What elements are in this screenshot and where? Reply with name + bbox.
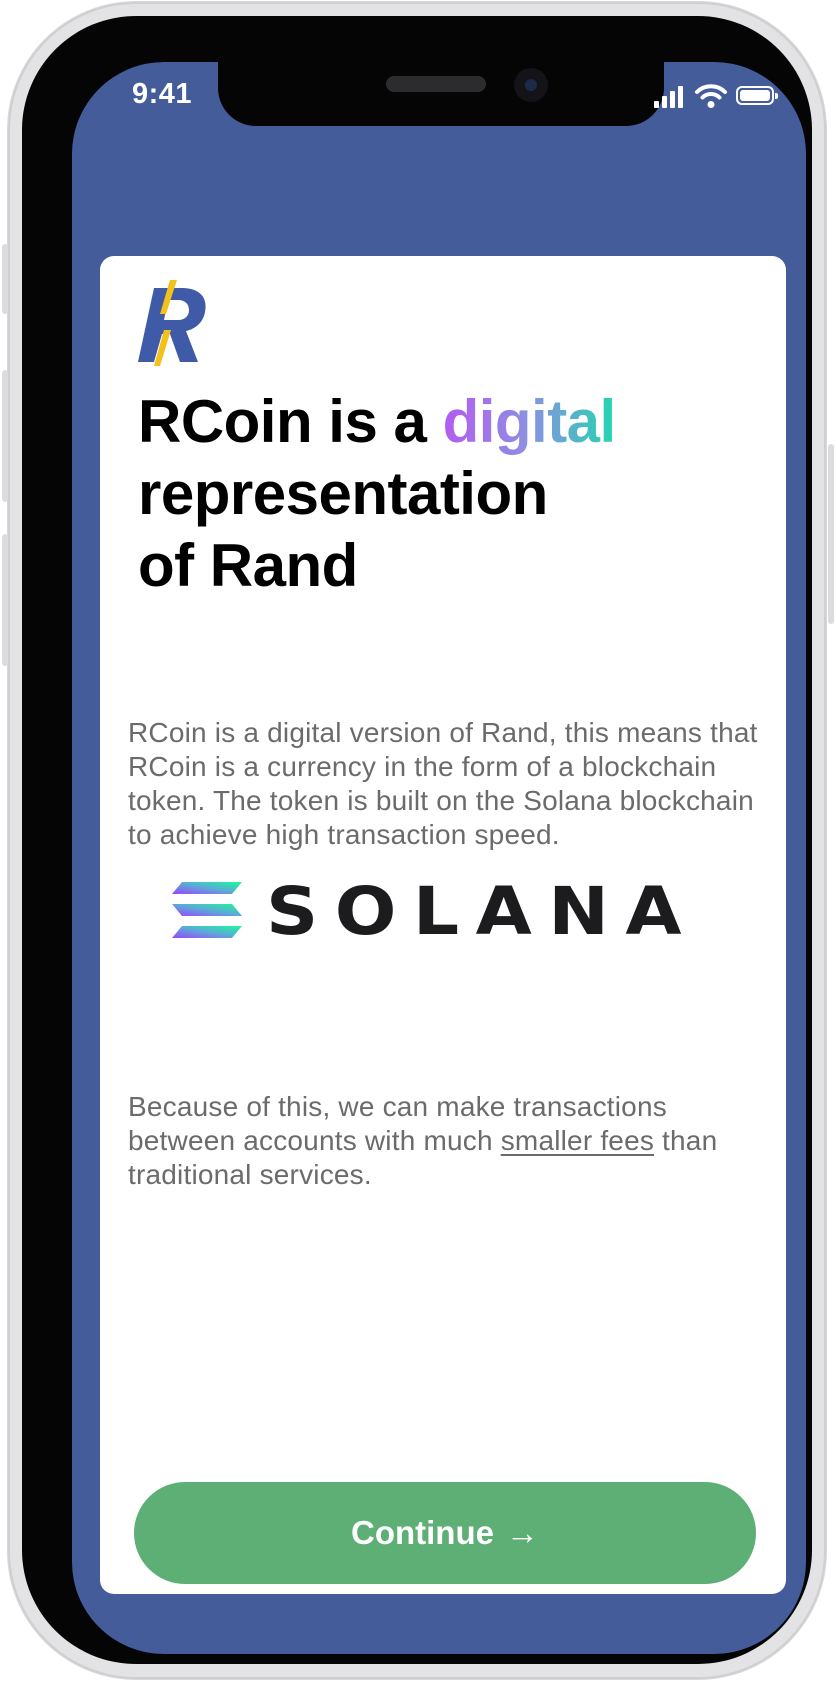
solana-wordmark: SOLANA: [266, 873, 698, 948]
title-line-2: representation: [138, 460, 548, 527]
rcoin-logo-icon: [138, 280, 206, 366]
volume-up-button: [2, 370, 8, 502]
title-accent-word: digital: [442, 388, 617, 455]
notch: [218, 62, 664, 126]
title-line-3: of Rand: [138, 532, 358, 599]
onboarding-card: RCoin is a digital representation of Rand …: [100, 256, 786, 1594]
intro-paragraph: RCoin is a digital version of Rand, this…: [128, 717, 758, 850]
volume-down-button: [2, 534, 8, 666]
continue-button[interactable]: Continue →: [134, 1482, 756, 1584]
continue-label: Continue: [351, 1514, 494, 1551]
wifi-icon: [695, 84, 727, 108]
speaker-grille: [386, 76, 486, 92]
solana-logo: SOLANA: [172, 873, 698, 948]
solana-mark-icon: [172, 882, 242, 938]
front-camera: [514, 68, 548, 102]
power-button: [828, 444, 834, 624]
smaller-fees-link[interactable]: smaller fees: [501, 1125, 654, 1156]
battery-icon: [736, 86, 778, 105]
title-prefix: RCoin is a: [138, 388, 443, 455]
fees-paragraph: Because of this, we can make transaction…: [128, 1090, 768, 1192]
screen: 9:41 RCoin is a digital representation of: [72, 62, 806, 1654]
page-title: RCoin is a digital representation of Rand: [138, 386, 758, 602]
signal-icon: [654, 84, 686, 108]
phone-bezel: 9:41 RCoin is a digital representation of: [22, 16, 812, 1664]
arrow-right-icon: →: [505, 1514, 539, 1551]
silent-switch: [2, 244, 8, 314]
status-time: 9:41: [132, 78, 193, 110]
